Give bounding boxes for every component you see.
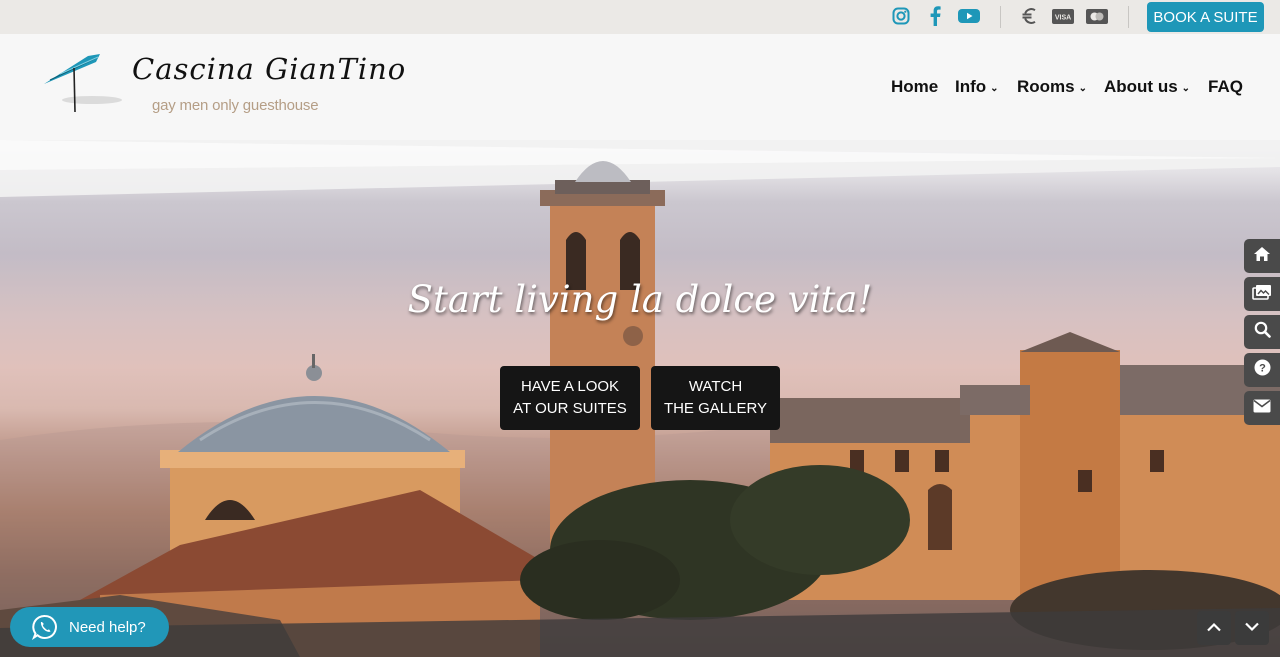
chevron-up-icon (1206, 619, 1222, 637)
facebook-icon[interactable] (924, 5, 946, 27)
watch-gallery-button[interactable]: WATCH THE GALLERY (651, 366, 780, 430)
scroll-down-button[interactable] (1235, 611, 1269, 645)
whatsapp-help-button[interactable]: Need help? (10, 607, 169, 647)
nav-about-us[interactable]: About us ⌄ (1104, 76, 1190, 98)
site-header: Cascina GianTino gay men only guesthouse… (0, 34, 1280, 140)
home-icon (1253, 246, 1271, 267)
brand-subtitle: gay men only guesthouse (152, 97, 319, 114)
top-utility-bar: VISA BOOK A SUITE (0, 0, 1280, 34)
nav-faq[interactable]: FAQ (1208, 76, 1243, 98)
side-gallery-button[interactable] (1244, 277, 1280, 311)
gallery-icon (1252, 284, 1272, 305)
chevron-down-icon: ⌄ (1181, 82, 1191, 94)
side-mail-button[interactable] (1244, 391, 1280, 425)
side-home-button[interactable] (1244, 239, 1280, 273)
hero-slogan: Start living la dolce vita! (407, 278, 873, 321)
cta-gallery-line1: WATCH (688, 378, 743, 395)
whatsapp-icon (31, 614, 58, 640)
cta-gallery-line2: THE GALLERY (663, 400, 768, 417)
svg-text:VISA: VISA (1055, 14, 1071, 21)
youtube-icon[interactable] (958, 5, 980, 27)
mastercard-icon (1086, 5, 1108, 27)
chevron-down-icon (1244, 619, 1260, 637)
nav-home-label: Home (891, 77, 939, 96)
help-icon: ? (1254, 359, 1271, 381)
chevron-down-icon: ⌄ (1078, 82, 1088, 94)
nav-rooms[interactable]: Rooms ⌄ (1017, 76, 1087, 98)
svg-text:?: ? (1259, 363, 1266, 375)
cta-suites-line2: AT OUR SUITES (513, 400, 627, 417)
brand-title[interactable]: Cascina GianTino (132, 52, 406, 86)
hero-banner: Start living la dolce vita! (0, 140, 1280, 657)
cta-suites-line1: HAVE A LOOK (520, 378, 620, 395)
nav-info-label: Info (955, 77, 987, 96)
mail-icon (1253, 399, 1271, 418)
visa-card-icon: VISA (1052, 5, 1074, 27)
euro-icon (1018, 5, 1040, 27)
view-suites-button[interactable]: HAVE A LOOK AT OUR SUITES (500, 366, 640, 430)
chevron-down-icon: ⌄ (990, 82, 999, 94)
side-search-button[interactable] (1244, 315, 1280, 349)
search-icon (1254, 321, 1271, 343)
separator (1000, 6, 1001, 28)
umbrella-logo-icon[interactable] (40, 50, 130, 116)
instagram-icon[interactable] (890, 5, 912, 27)
nav-home[interactable]: Home (891, 76, 938, 98)
nav-faq-label: FAQ (1208, 77, 1243, 96)
hero-photo-illustration (0, 140, 1280, 657)
help-label: Need help? (69, 618, 146, 636)
nav-about-label: About us (1104, 77, 1178, 96)
side-help-button[interactable]: ? (1244, 353, 1280, 387)
scroll-up-button[interactable] (1197, 611, 1231, 645)
nav-info[interactable]: Info ⌄ (955, 76, 999, 98)
separator (1128, 6, 1129, 28)
nav-rooms-label: Rooms (1017, 77, 1075, 96)
book-suite-button[interactable]: BOOK A SUITE (1147, 2, 1264, 32)
